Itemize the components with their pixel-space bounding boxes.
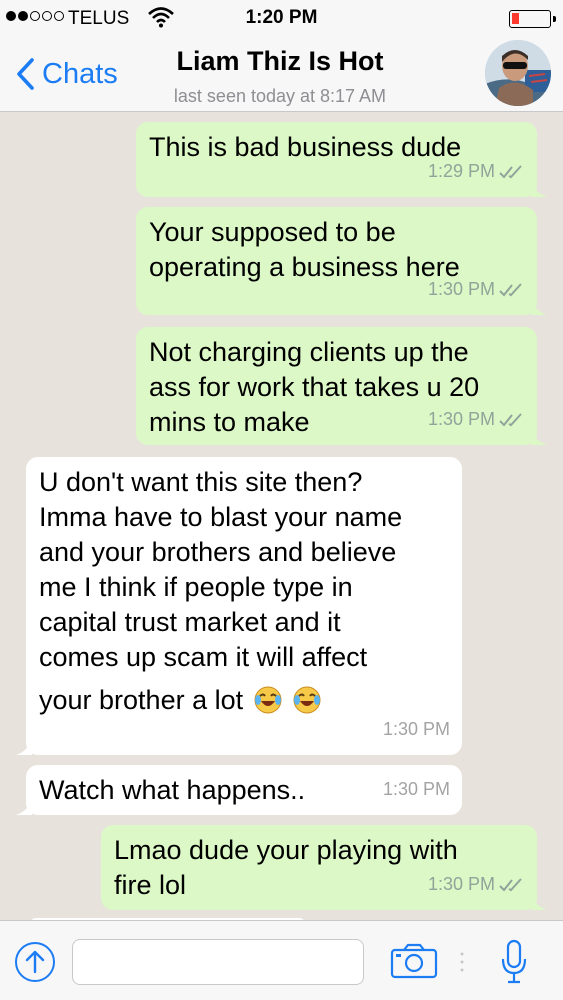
message-text: comes up scam it will affect: [39, 642, 368, 672]
back-button[interactable]: Chats: [12, 56, 118, 92]
bubble-tail: [531, 299, 547, 315]
message-input[interactable]: [72, 939, 364, 985]
bubble-tail: [16, 739, 32, 755]
message-text: Lmao dude your playing with: [114, 835, 458, 865]
message-text: U don't want this site then?: [39, 467, 363, 497]
message-input-bar: [0, 920, 563, 1000]
message-time: 1:30 PM: [427, 409, 495, 429]
message-time: 1:30 PM: [382, 779, 450, 799]
message-text: ass for work that takes u 20: [149, 372, 480, 402]
message-time: 1:30 PM: [382, 719, 450, 739]
message-meta: 1:30 PM: [428, 402, 525, 437]
message-text: Not charging clients up the: [149, 337, 469, 367]
microphone-icon[interactable]: [500, 939, 528, 985]
message-meta: 1:30 PM: [383, 772, 450, 807]
last-seen-status: last seen today at 8:17 AM: [173, 86, 387, 106]
message-meta: 1:29 PM: [428, 154, 525, 189]
message-text: and your brothers and believe: [39, 537, 397, 567]
bubble-tail: [531, 429, 547, 445]
separator-dots: [460, 952, 464, 972]
bubble-tail: [531, 181, 547, 197]
chat-header: Chats Liam Thiz Is Hot last seen today a…: [0, 38, 563, 112]
contact-avatar[interactable]: [485, 40, 551, 106]
message-bubble-outgoing[interactable]: Lmao dude your playing with fire lol 1:3…: [101, 825, 547, 910]
message-meta: 1:30 PM: [428, 867, 525, 902]
message-bubble-outgoing[interactable]: This is bad business dude 1:29 PM: [136, 122, 547, 197]
share-arrow-icon[interactable]: [14, 941, 56, 983]
battery-icon: [509, 10, 556, 28]
camera-icon[interactable]: [390, 943, 438, 979]
read-double-check-icon: [499, 164, 522, 178]
bubble-tail: [531, 894, 547, 910]
emoji-laughing-icon: [251, 685, 323, 715]
read-double-check-icon: [499, 412, 522, 426]
bubble-tail: [16, 799, 32, 815]
read-double-check-icon: [499, 877, 522, 891]
message-text: capital trust market and it: [39, 607, 341, 637]
message-time: 1:30 PM: [427, 279, 495, 299]
avatar-photo-icon: [485, 40, 551, 106]
message-meta: 1:30 PM: [428, 272, 525, 307]
back-label: Chats: [42, 57, 118, 90]
message-text: Imma have to blast your name: [39, 502, 403, 532]
message-bubble-incoming[interactable]: U don't want this site then? Imma have t…: [16, 457, 462, 755]
status-bar: TELUS 1:20 PM: [0, 0, 563, 38]
message-time: 1:30 PM: [427, 874, 495, 894]
message-text: Your supposed to be: [149, 217, 396, 247]
message-time: 1:29 PM: [427, 161, 495, 181]
chevron-left-icon: [17, 58, 34, 90]
message-meta: 1:30 PM: [383, 712, 450, 747]
message-bubble-outgoing[interactable]: Not charging clients up the ass for work…: [136, 327, 547, 445]
message-bubble-incoming[interactable]: Watch what happens.. 1:30 PM: [16, 765, 462, 815]
message-text: your brother a lot: [39, 685, 244, 715]
message-text: me I think if people type in: [39, 572, 353, 602]
message-bubble-outgoing[interactable]: Your supposed to be operating a business…: [136, 207, 547, 315]
contact-name[interactable]: Liam Thiz Is Hot: [130, 46, 430, 77]
status-time: 1:20 PM: [245, 7, 318, 28]
read-double-check-icon: [499, 282, 522, 296]
